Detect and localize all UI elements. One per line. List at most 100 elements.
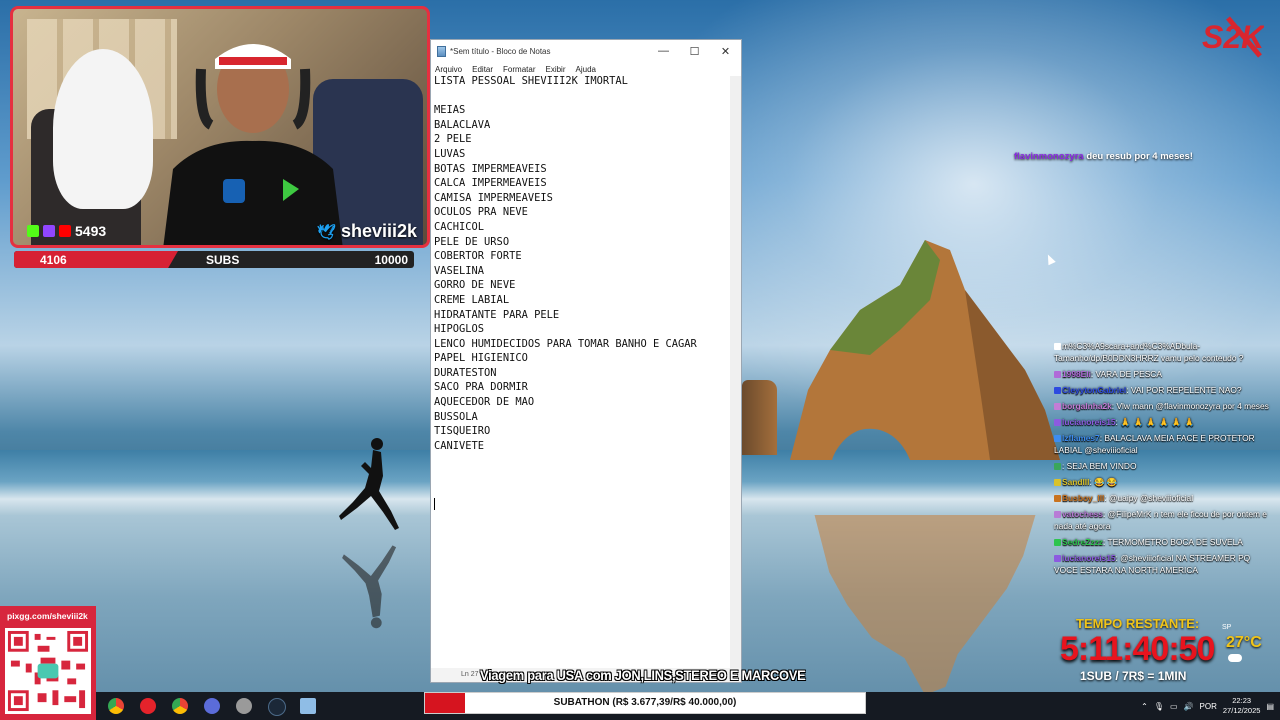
chat-username: borgalnha2k [1062, 401, 1112, 411]
subathon-goal-text: SUBATHON (R$ 3.677,39/R$ 40.000,00) [553, 697, 737, 708]
discord-icon[interactable] [204, 698, 220, 714]
notepad-line: CREME LABIAL [434, 293, 510, 306]
notepad-text-area[interactable]: LISTA PESSOAL SHEVIII2K IMORTAL MEIAS BALA… [434, 74, 734, 453]
notepad-line: OCULOS PRA NEVE [434, 206, 528, 219]
notepad-line: VASELINA [434, 264, 485, 277]
app-icon[interactable] [236, 698, 252, 714]
chat-badge-icon [1054, 511, 1061, 519]
chrome-icon[interactable] [108, 698, 124, 714]
chat-text: : SEJA BEM VINDO [1062, 461, 1137, 471]
resub-alert: flavinmonozyra deu resub por 4 meses! [1014, 151, 1193, 162]
chat-message: 1998Eli: VARA DE PESCA [1054, 368, 1276, 380]
chat-badge-icon [1054, 387, 1061, 395]
runner-silhouette [339, 438, 399, 530]
chat-message: lucianoreis15: 🙏 🙏 🙏 🙏 🙏 🙏 [1054, 416, 1276, 428]
notepad-titlebar[interactable]: *Sem título - Bloco de Notas — ☐ ✕ [431, 40, 741, 62]
notepad-line: DURATESTON [434, 366, 497, 379]
opera-icon[interactable] [140, 698, 156, 714]
subs-goal-fill [14, 251, 178, 268]
language-indicator[interactable]: POR [1200, 702, 1217, 711]
system-tray: ⌃ 🎙 ▭ 🔊 POR 22:23 27/12/2025 ▤ [1141, 692, 1274, 720]
qr-code [5, 628, 91, 714]
chat-message: Sandlll: 😂 😂 [1054, 476, 1276, 488]
notepad-line: BALACLAVA [434, 118, 491, 131]
weather-temp: 27°C [1226, 634, 1262, 651]
handle-text: sheviii2k [340, 221, 417, 241]
notepad-taskbar-icon[interactable] [300, 698, 316, 714]
notepad-window[interactable]: *Sem título - Bloco de Notas — ☐ ✕ Arqui… [430, 39, 742, 683]
chat-text: : @uaipy @sheviiioficial [1104, 493, 1194, 503]
kick-icon [27, 225, 39, 237]
chat-text: : TERMOMETRO BOCA DE SUVELA [1102, 537, 1243, 547]
notepad-line: LENCO HUMIDECIDOS PARA TOMAR BANHO E CAG… [434, 337, 697, 350]
trip-banner: Viagem para USA com JON,LINS,STEREO E MA… [480, 667, 806, 683]
minimize-button[interactable]: — [648, 40, 679, 62]
twitter-icon: 🕊 [316, 223, 336, 241]
notepad-line: COBERTOR FORTE [434, 250, 522, 263]
notification-icon[interactable]: ▤ [1266, 702, 1274, 711]
notepad-line: PELE DE URSO [434, 235, 510, 248]
chat-badge-icon [1054, 371, 1061, 379]
notepad-line: 2 PELE [434, 133, 472, 146]
chat-message: vatochess: @FilipeMrK n tem ele ficou de… [1054, 508, 1276, 532]
chrome-alt-icon[interactable] [172, 698, 188, 714]
steam-icon[interactable] [268, 698, 286, 716]
viewer-count: 5493 [27, 223, 106, 239]
chat-username: CleyytonGabriel [1062, 385, 1127, 395]
vertical-scrollbar[interactable] [730, 76, 741, 672]
chat-message: lucianoreis15: @sheviiioficial NA STREAM… [1054, 552, 1276, 576]
notepad-line: GORRO DE NEVE [434, 279, 516, 292]
maximize-button[interactable]: ☐ [679, 40, 710, 62]
menu-arquivo[interactable]: Arquivo [435, 65, 462, 74]
chat-text: : Vlw mann @flavinmonozyra por 4 meses [1111, 401, 1269, 411]
network-icon[interactable]: ▭ [1170, 702, 1178, 711]
clock-time: 22:23 [1232, 696, 1252, 705]
menu-editar[interactable]: Editar [472, 65, 493, 74]
notepad-line: PAPEL HIGIENICO [434, 352, 528, 365]
rock-arch [790, 240, 1060, 460]
streamer [163, 44, 343, 245]
webcam-overlay: 5493 🕊 sheviii2k [10, 6, 430, 248]
chat-username: SedreZzzz [1062, 537, 1103, 547]
menu-exibir[interactable]: Exibir [545, 65, 565, 74]
chat-text: : 🙏 🙏 🙏 🙏 🙏 🙏 [1115, 417, 1195, 427]
notepad-title: *Sem título - Bloco de Notas [450, 46, 551, 56]
notepad-line: TISQUEIRO [434, 425, 491, 438]
subs-current: 4106 [40, 253, 67, 267]
subs-label: SUBS [206, 253, 240, 267]
notepad-line: BOTAS IMPERMEAVEIS [434, 162, 547, 175]
chat-message: Busboy_lll: @uaipy @sheviiioficial [1054, 492, 1276, 504]
notepad-line: HIPOGLOS [434, 323, 485, 336]
cloud-icon [1228, 654, 1242, 662]
chat-badge-icon [1054, 419, 1061, 427]
pix-qr-panel: pixgg.com/sheviii2k [0, 606, 96, 720]
notepad-line: CANIVETE [434, 439, 485, 452]
timer-rate: 1SUB / 7R$ = 1MIN [1080, 669, 1187, 683]
chat-badge-icon [1054, 539, 1061, 547]
chevron-up-icon[interactable]: ⌃ [1141, 702, 1148, 711]
notepad-line: LUVAS [434, 147, 466, 160]
small-rock [742, 380, 777, 455]
chat-message: SedreZzzz: TERMOMETRO BOCA DE SUVELA [1054, 536, 1276, 548]
microphone-icon[interactable]: 🎙 [1154, 702, 1164, 711]
notepad-line: CAMISA IMPERMEAVEIS [434, 191, 553, 204]
notepad-line: LISTA PESSOAL SHEVIII2K IMORTAL [434, 75, 628, 87]
chat-badge-icon [1054, 495, 1061, 503]
resub-text: deu resub por 4 meses! [1083, 151, 1193, 162]
menu-ajuda[interactable]: Ajuda [576, 65, 596, 74]
volume-icon[interactable]: 🔊 [1184, 702, 1194, 711]
close-button[interactable]: ✕ [710, 40, 741, 62]
subs-target: 10000 [374, 253, 408, 267]
chat-message: : SEJA BEM VINDO [1054, 460, 1276, 472]
clock[interactable]: 22:23 27/12/2025 [1223, 696, 1261, 716]
notepad-line: CALCA IMPERMEAVEIS [434, 177, 547, 190]
chat-badge-icon [1054, 479, 1061, 487]
chat-overlay: m%C3%A9scara+and%C3%ADbula-Tamanho/dp/B0… [1054, 340, 1276, 580]
menu-formatar[interactable]: Formatar [503, 65, 535, 74]
notepad-line [434, 89, 734, 104]
chat-text: : 😂 😂 [1089, 477, 1118, 487]
chat-text: : VARA DE PESCA [1090, 369, 1162, 379]
chat-username: lzflames7 [1062, 433, 1100, 443]
chat-badge-icon [1054, 343, 1061, 351]
pix-url: pixgg.com/sheviii2k [7, 611, 88, 621]
